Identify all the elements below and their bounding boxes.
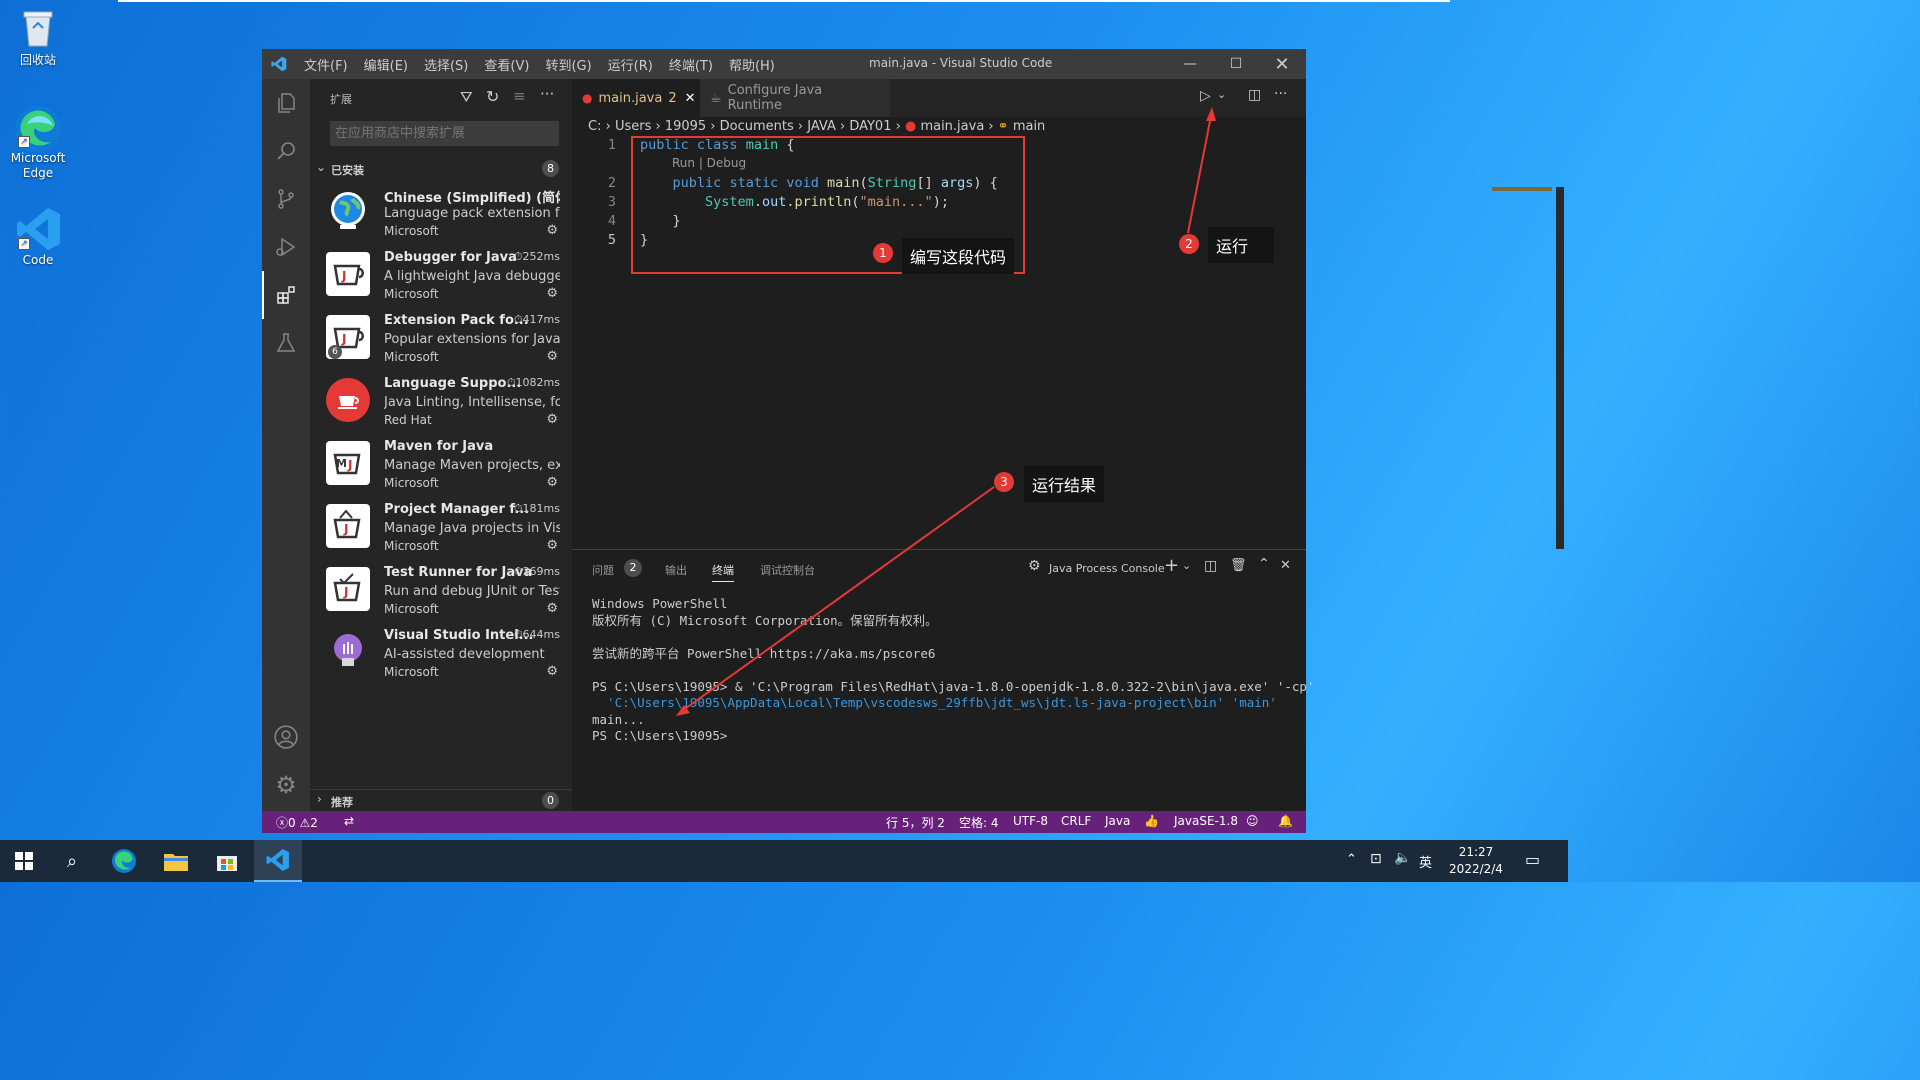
shortcut-arrow-icon: ↗: [18, 136, 30, 148]
vscode-icon: [266, 849, 289, 871]
start-button[interactable]: [0, 840, 48, 882]
show-hidden-icons-chevron-up-icon[interactable]: ⌃: [1346, 852, 1357, 867]
desktop-icon-vscode[interactable]: ↗ Code: [0, 206, 76, 268]
callout-arrows: [676, 107, 1216, 716]
clock[interactable]: 21:27 2022/2/4: [1446, 844, 1506, 878]
taskbar-store-button[interactable]: [203, 840, 251, 882]
vscode-icon: ↗: [16, 206, 60, 250]
desktop-icon-label: 回收站: [19, 53, 56, 67]
top-edge-line: [118, 0, 1450, 2]
network-icon[interactable]: ⊡: [1370, 851, 1382, 867]
shortcut-arrow-icon: ↗: [18, 238, 30, 250]
volume-icon[interactable]: 🔈: [1394, 850, 1411, 866]
store-bag-icon: [217, 856, 237, 871]
edge-icon: ↗: [15, 104, 61, 152]
desktop-icon-label: Microsoft Edge: [10, 151, 66, 180]
editor-scrollbar[interactable]: [1556, 187, 1564, 549]
desktop-icon-edge[interactable]: ↗ Microsoft Edge: [0, 104, 76, 181]
folder-icon: [164, 854, 188, 871]
minimap[interactable]: [1492, 187, 1552, 191]
input-method-indicator[interactable]: 英: [1419, 852, 1432, 871]
vscode-window: 文件(F) 编辑(E) 选择(S) 查看(V) 转到(G) 运行(R) 终端(T…: [262, 49, 1564, 833]
taskbar-file-explorer-button[interactable]: [152, 840, 200, 882]
taskbar-vscode-button[interactable]: [254, 840, 302, 882]
desktop-icon-label: Code: [22, 253, 54, 267]
taskbar: ⌕ ⌃ ⊡ 🔈 英 21:27 2022/2/4 ▭: [0, 840, 1568, 882]
recycle-bin-icon: [16, 6, 60, 50]
edge-icon: [112, 849, 136, 873]
windows-logo-icon: [15, 852, 33, 870]
taskbar-edge-button[interactable]: [100, 840, 148, 882]
search-icon: ⌕: [66, 850, 78, 872]
desktop-icon-recycle-bin[interactable]: 回收站: [0, 6, 76, 68]
taskbar-search-button[interactable]: ⌕: [48, 840, 96, 882]
notification-center-icon[interactable]: ▭: [1525, 850, 1540, 869]
clock-time: 21:27: [1458, 845, 1494, 859]
clock-date: 2022/2/4: [1449, 862, 1503, 876]
